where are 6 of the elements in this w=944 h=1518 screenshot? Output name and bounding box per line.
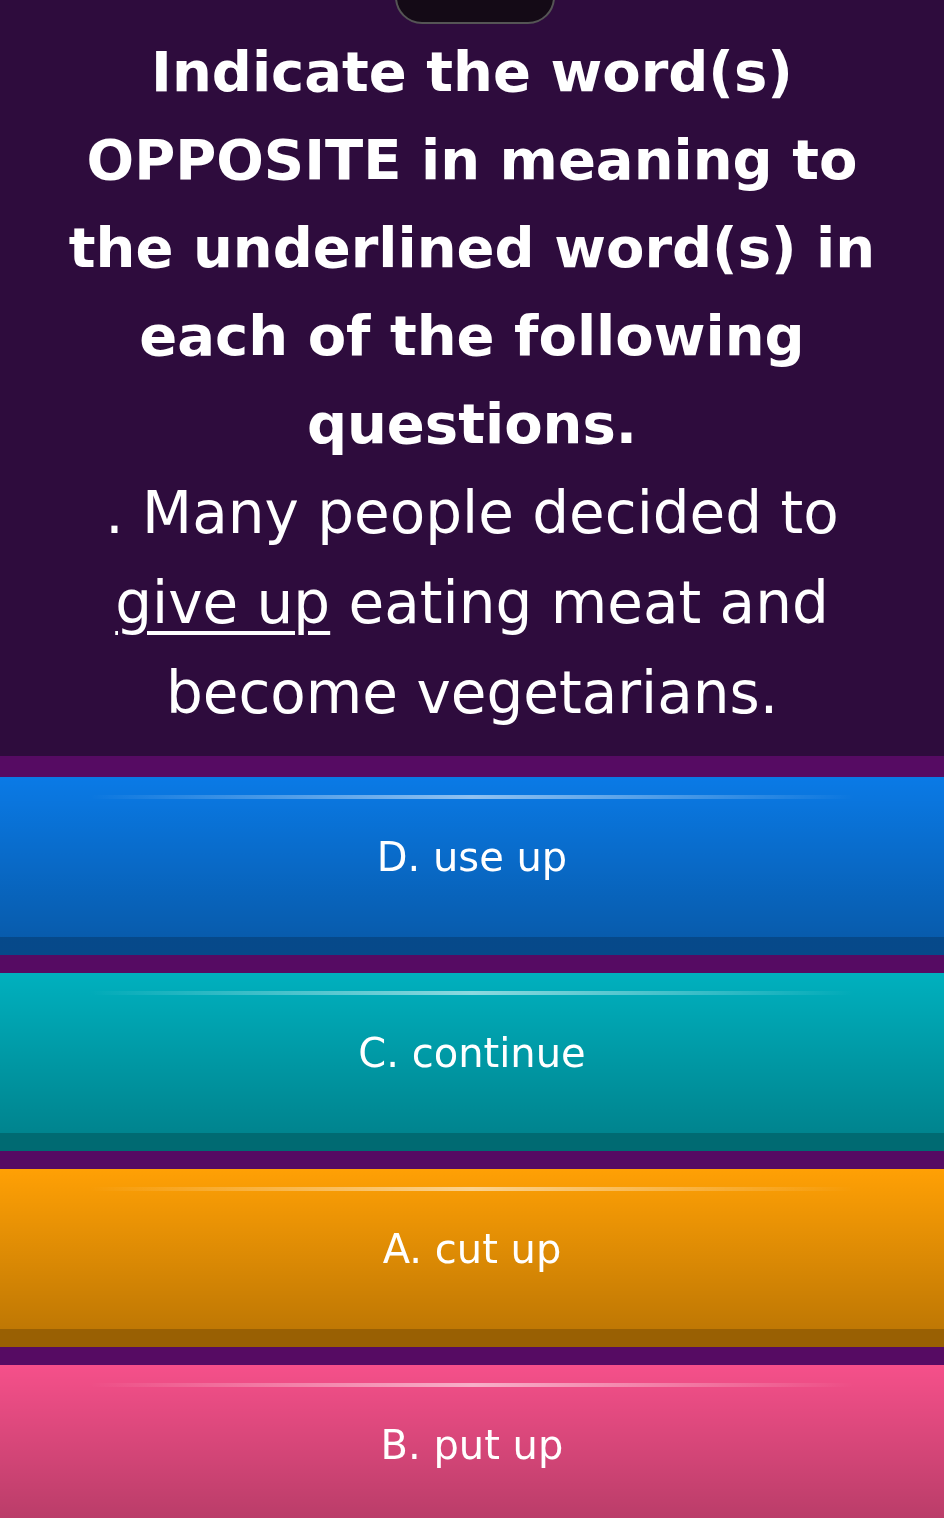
- answer-option[interactable]: D. use up: [0, 777, 944, 955]
- question-text: . Many people decided to give up eating meat and become vegetarians.: [104, 478, 840, 729]
- instruction-text: Indicate the word(s) OPPOSITE in meaning to the underlined word(s) in each of the following questions.: [67, 38, 877, 458]
- answer-option[interactable]: A. cut up: [0, 1169, 944, 1347]
- answer-option[interactable]: B. put up: [0, 1365, 944, 1518]
- answer-option[interactable]: C. continue: [0, 973, 944, 1151]
